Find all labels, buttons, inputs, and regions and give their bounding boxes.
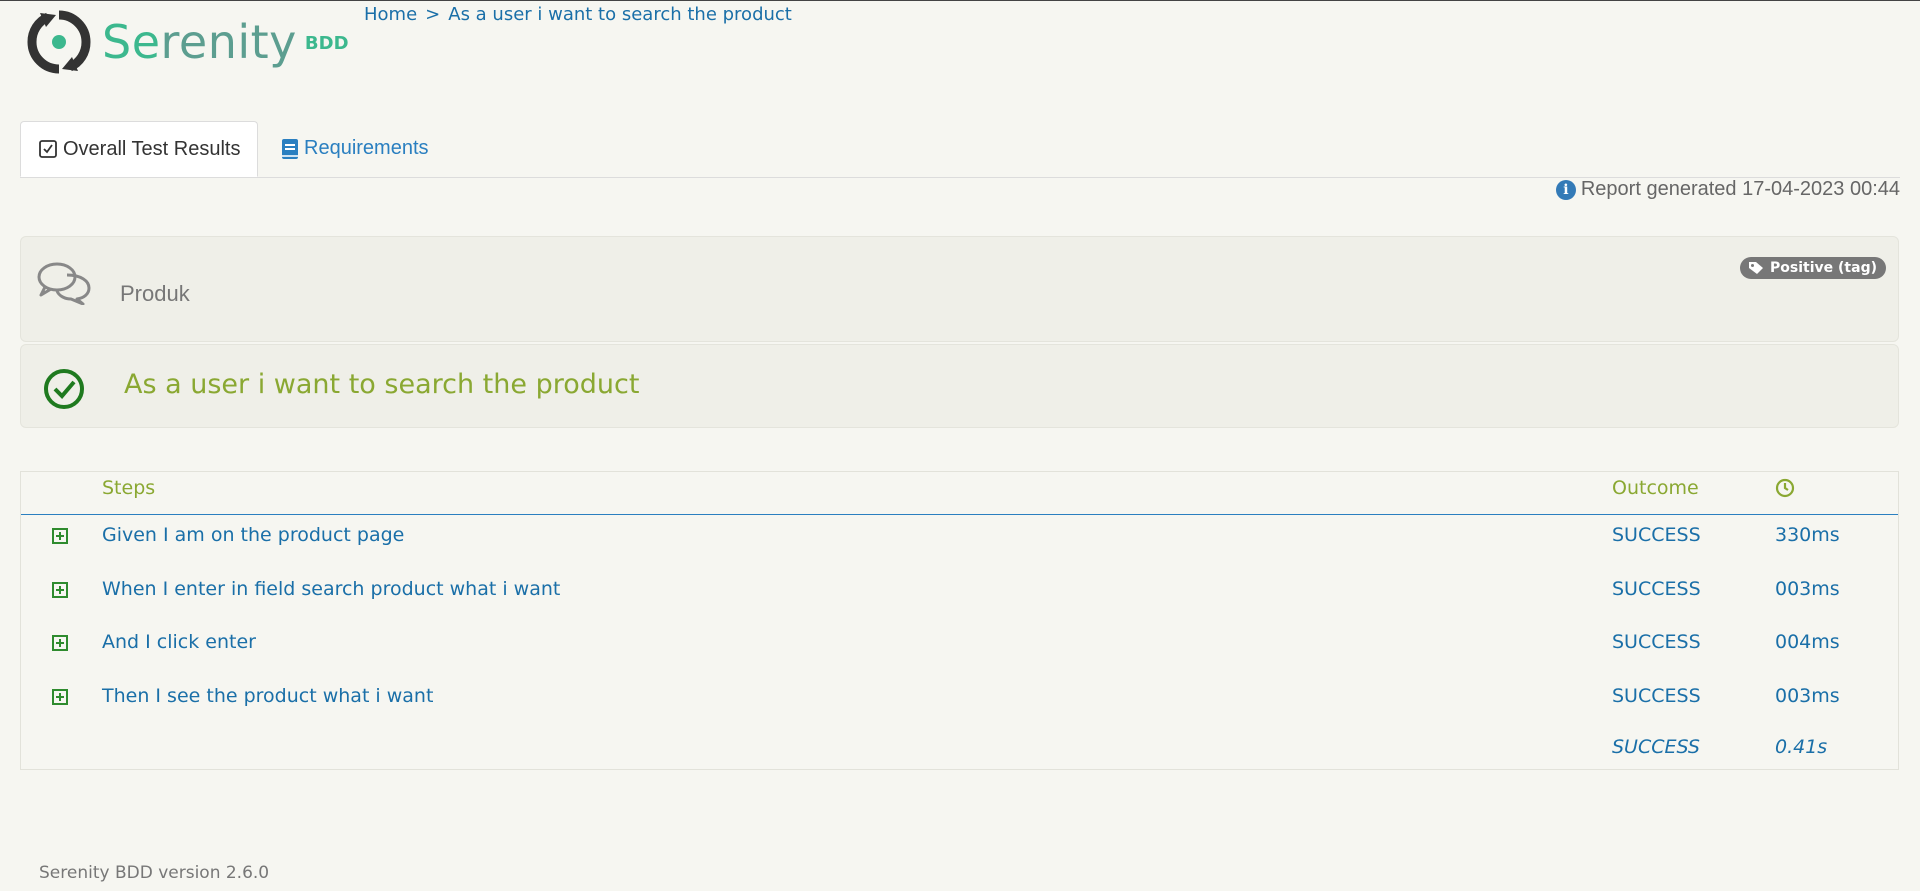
serenity-logo[interactable]: Serenity BDD: [26, 8, 349, 76]
step-text[interactable]: Then I see the product what i want: [102, 685, 433, 707]
header-steps: Steps: [102, 477, 156, 499]
comments-icon: [37, 261, 91, 309]
step-outcome: SUCCESS: [1612, 631, 1701, 653]
logo-suffix: BDD: [304, 32, 349, 54]
step-duration: 003ms: [1775, 578, 1840, 600]
check-circle-icon: [43, 368, 85, 414]
tab-bar: Overall Test Results Requirements: [20, 121, 1900, 178]
header-outcome: Outcome: [1612, 477, 1699, 499]
tag-icon: [1748, 261, 1764, 275]
top-border: [0, 0, 1920, 1]
logo-wordmark: Serenity: [102, 15, 297, 69]
feature-title: Produk: [120, 281, 190, 306]
book-icon: [282, 138, 298, 159]
breadcrumb: Home > As a user i want to search the prod…: [364, 4, 792, 25]
clock-icon: [1775, 478, 1795, 503]
step-text[interactable]: And I click enter: [102, 631, 256, 653]
table-row: And I click enter SUCCESS 004ms: [21, 623, 1898, 677]
info-icon: i: [1555, 179, 1576, 200]
step-outcome: SUCCESS: [1612, 524, 1701, 546]
expand-icon[interactable]: [52, 689, 68, 705]
report-generated: i Report generated 17-04-2023 00:44: [1555, 178, 1900, 201]
step-text[interactable]: When I enter in field search product wha…: [102, 578, 560, 600]
step-outcome: SUCCESS: [1612, 685, 1701, 707]
step-text[interactable]: Given I am on the product page: [102, 524, 404, 546]
total-outcome: SUCCESS: [1612, 736, 1700, 758]
tag-label: Positive (tag): [1770, 260, 1877, 276]
feature-panel: Produk Positive (tag): [20, 236, 1899, 342]
expand-icon[interactable]: [52, 528, 68, 544]
total-duration: 0.41s: [1775, 736, 1828, 758]
tab-label: Requirements: [304, 137, 429, 159]
step-duration: 003ms: [1775, 685, 1840, 707]
breadcrumb-separator: >: [425, 4, 441, 25]
serenity-logo-icon: [27, 10, 91, 74]
report-generated-text: Report generated 17-04-2023 00:44: [1580, 178, 1900, 200]
tag-badge[interactable]: Positive (tag): [1740, 257, 1886, 279]
table-row: Given I am on the product page SUCCESS 3…: [21, 516, 1898, 570]
checkbox-icon: [39, 140, 57, 158]
footer-version: Serenity BDD version 2.6.0: [39, 863, 270, 883]
steps-table-header: Steps Outcome: [21, 472, 1898, 515]
total-row: SUCCESS 0.41s: [21, 736, 1898, 766]
step-duration: 330ms: [1775, 524, 1840, 546]
tab-overall-test-results[interactable]: Overall Test Results: [20, 121, 258, 177]
steps-table: Steps Outcome Given I am on the product …: [20, 471, 1899, 770]
tab-requirements[interactable]: Requirements: [282, 121, 429, 176]
tab-label: Overall Test Results: [63, 137, 241, 160]
table-row: Then I see the product what i want SUCCE…: [21, 677, 1898, 731]
step-outcome: SUCCESS: [1612, 578, 1701, 600]
story-panel: As a user i want to search the product: [20, 344, 1899, 428]
step-duration: 004ms: [1775, 631, 1840, 653]
expand-icon[interactable]: [52, 582, 68, 598]
breadcrumb-current: As a user i want to search the product: [448, 4, 792, 25]
breadcrumb-home-link[interactable]: Home: [364, 4, 417, 25]
expand-icon[interactable]: [52, 635, 68, 651]
story-title: As a user i want to search the product: [124, 369, 640, 400]
table-row: When I enter in field search product wha…: [21, 570, 1898, 624]
